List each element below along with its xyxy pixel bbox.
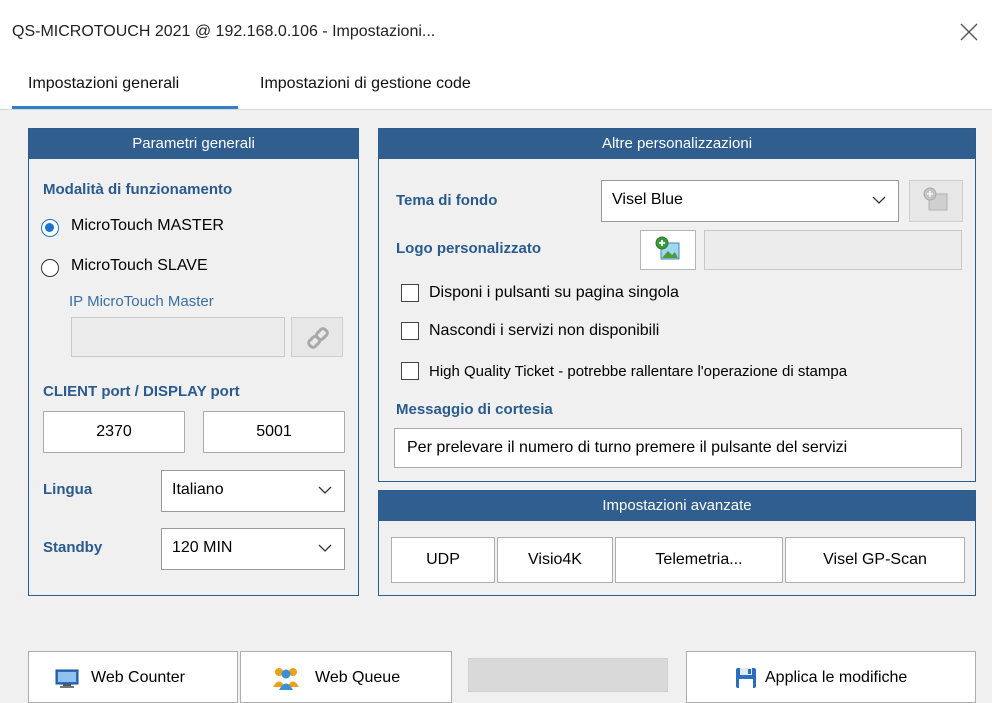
theme-label: Tema di fondo [396,192,498,209]
courtesy-message-input[interactable]: Per prelevare il numero di turno premere… [394,428,962,468]
standby-label: Standby [43,539,103,556]
language-label: Lingua [43,481,93,498]
language-select[interactable]: Italiano [161,470,345,512]
checkbox-hq-ticket[interactable] [401,362,419,380]
general-params-header: Parametri generali [29,129,358,159]
radio-master[interactable] [41,219,59,237]
customizations-header: Altre personalizzazioni [379,129,975,159]
add-theme-image-button[interactable] [909,180,963,222]
tab-queue-settings[interactable]: Impostazioni di gestione code [260,75,471,93]
mode-label: Modalità di funzionamento [43,181,233,198]
add-logo-button[interactable] [640,230,696,270]
radio-slave-label: MicroTouch SLAVE [71,257,208,274]
web-queue-button[interactable]: Web Queue [240,651,452,703]
settings-window: QS-MICROTOUCH 2021 @ 192.168.0.106 - Imp… [0,0,992,703]
checkbox-single-page-label: Disponi i pulsanti su pagina singola [429,284,679,301]
checkbox-hide-unavailable[interactable] [401,322,419,340]
close-icon[interactable] [955,18,983,46]
monitor-icon [55,669,79,688]
web-queue-label: Web Queue [315,669,401,686]
save-icon [736,668,756,688]
theme-value: Visel Blue [612,191,683,208]
tab-general-settings[interactable]: Impostazioni generali [28,75,179,93]
progress-bar [468,658,668,692]
standby-value: 120 MIN [172,539,233,556]
window-title: QS-MICROTOUCH 2021 @ 192.168.0.106 - Imp… [12,23,436,40]
customizations-panel: Altre personalizzazioni Tema di fondo Vi… [378,128,976,482]
advanced-panel: Impostazioni avanzate UDP Visio4K Teleme… [378,490,976,596]
radio-master-label: MicroTouch MASTER [71,217,224,234]
telemetry-button[interactable]: Telemetria... [615,537,783,583]
udp-button-label: UDP [426,551,460,568]
link-icon [307,327,329,349]
add-image-icon [923,187,948,211]
ports-label: CLIENT port / DISPLAY port [43,383,240,400]
checkbox-hq-ticket-label: High Quality Ticket - potrebbe rallentar… [429,363,848,380]
theme-select[interactable]: Visel Blue [601,180,899,222]
add-image-icon [655,236,680,260]
gp-scan-button-label: Visel GP-Scan [823,551,927,568]
ip-master-input[interactable] [71,317,285,357]
courtesy-label: Messaggio di cortesia [396,401,553,418]
visio4k-button-label: Visio4K [528,551,582,568]
general-params-panel: Parametri generali Modalità di funzionam… [28,128,359,596]
logo-path-input[interactable] [704,230,962,270]
standby-select[interactable]: 120 MIN [161,528,345,570]
radio-slave[interactable] [41,259,59,277]
chevron-down-icon [872,196,886,204]
web-counter-label: Web Counter [91,669,185,686]
apply-changes-button[interactable]: Applica le modifiche [686,651,976,703]
display-port-input[interactable]: 5001 [203,411,345,453]
checkbox-single-page[interactable] [401,284,419,302]
visio4k-button[interactable]: Visio4K [497,537,613,583]
title-bar: QS-MICROTOUCH 2021 @ 192.168.0.106 - Imp… [0,0,992,60]
gp-scan-button[interactable]: Visel GP-Scan [785,537,965,583]
connect-button[interactable] [291,317,343,357]
ip-master-label: IP MicroTouch Master [69,293,214,310]
checkbox-hide-unavailable-label: Nascondi i servizi non disponibili [429,322,660,339]
language-value: Italiano [172,481,224,498]
web-counter-button[interactable]: Web Counter [28,651,238,703]
udp-button[interactable]: UDP [391,537,495,583]
advanced-header: Impostazioni avanzate [379,491,975,521]
active-tab-indicator [12,106,238,109]
tab-bar: Impostazioni generali Impostazioni di ge… [0,60,992,110]
apply-changes-label: Applica le modifiche [765,669,908,686]
telemetry-button-label: Telemetria... [655,551,743,568]
logo-label: Logo personalizzato [396,240,542,257]
chevron-down-icon [318,544,332,552]
users-icon [273,668,299,690]
chevron-down-icon [318,486,332,494]
client-port-input[interactable]: 2370 [43,411,185,453]
